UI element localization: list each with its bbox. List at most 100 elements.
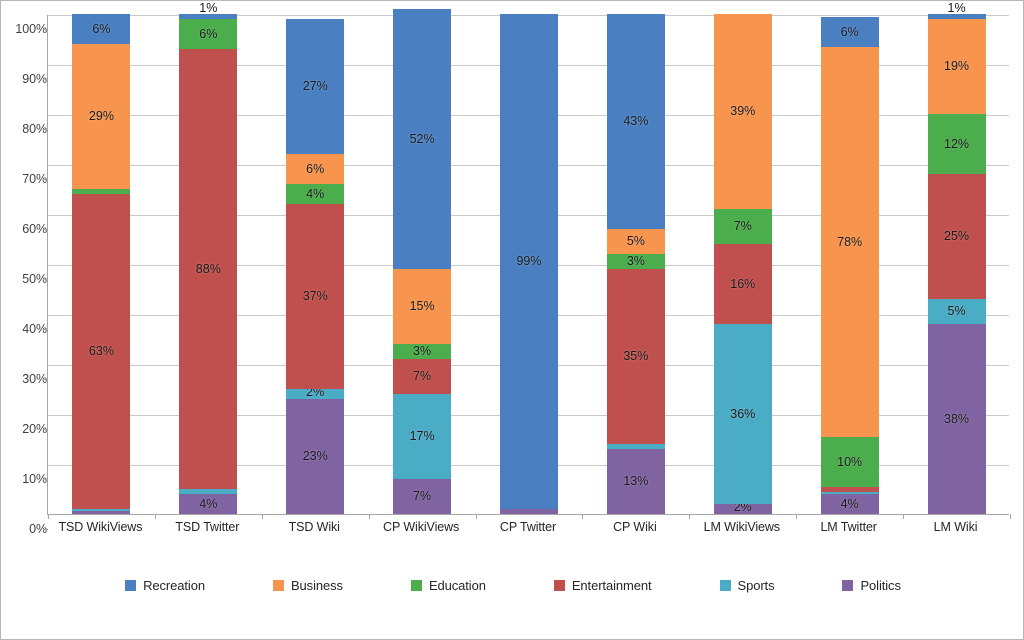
bar-segment-sports[interactable]: 36% bbox=[713, 324, 772, 504]
bar-segment-politics[interactable]: 1% bbox=[499, 497, 558, 514]
x-axis-category-label: TSD WikiViews bbox=[58, 520, 143, 534]
bar-segment-business[interactable]: 5% bbox=[606, 229, 665, 254]
bar-segment-business[interactable]: 78% bbox=[820, 47, 879, 437]
y-axis-tick-label: 40% bbox=[22, 322, 47, 336]
bar-segment-recreation[interactable]: 27% bbox=[286, 19, 345, 154]
bar-segment-value-label: 27% bbox=[302, 79, 328, 94]
bar-group[interactable]: 13% 1% 35% 3% 5% 43% bbox=[582, 14, 689, 514]
bar-segment-education[interactable]: 3% bbox=[606, 254, 665, 269]
bar-segment-politics[interactable]: 13% bbox=[606, 449, 665, 514]
bar-segment-recreation[interactable]: 99% bbox=[499, 14, 558, 509]
legend-swatch-icon bbox=[410, 579, 422, 591]
bar-segment-recreation[interactable]: 6% bbox=[72, 14, 131, 44]
legend-swatch-icon bbox=[125, 579, 137, 591]
bar-group[interactable]: 63% 1% 29% 6% bbox=[48, 14, 155, 514]
bar-segment-sports[interactable] bbox=[820, 492, 879, 494]
bar-segment-politics[interactable]: 2% bbox=[713, 501, 772, 514]
bar-segment-recreation[interactable]: 1% bbox=[927, 2, 986, 19]
x-axis-category-label: CP Twitter bbox=[499, 520, 557, 534]
bar-group[interactable]: 7% 17% 7% 3% 15% 52% bbox=[369, 9, 476, 514]
bar-segment-education[interactable]: 3% bbox=[393, 344, 452, 359]
bar-segment-education[interactable]: 1% bbox=[72, 177, 131, 194]
plot-area: 63% 1% 29% 6% 4% 1% 88% 6% 1% 23% 2% 37% 4% 6% 27% 7% 17… bbox=[47, 2, 1011, 519]
bar-segment-entertainment[interactable]: 7% bbox=[393, 359, 452, 394]
bar-segment-politics[interactable]: 38% bbox=[927, 324, 986, 514]
bar-group[interactable]: 2% 36% 16% 7% 39% bbox=[689, 14, 796, 514]
bar-segment-politics[interactable]: 4% bbox=[179, 494, 238, 514]
bar-segment-politics[interactable] bbox=[72, 511, 131, 514]
y-axis-tick-label: 70% bbox=[22, 172, 47, 186]
x-axis-tick-mark bbox=[154, 514, 156, 519]
bar-segment-entertainment[interactable]: 35% bbox=[606, 269, 665, 444]
y-axis-tick-label: 50% bbox=[22, 272, 47, 286]
bar-segment-value-label: 4% bbox=[840, 496, 859, 511]
legend-label: Sports bbox=[737, 577, 775, 593]
x-axis-category-label: LM Wiki bbox=[933, 520, 978, 534]
y-axis-tick-label: 0% bbox=[29, 522, 47, 536]
bar-segment-sports[interactable]: 2% bbox=[286, 386, 345, 399]
bar-segment-sports[interactable]: 1% bbox=[179, 477, 238, 494]
y-axis-tick-label: 60% bbox=[22, 222, 47, 236]
x-axis-category-label: TSD Wiki bbox=[288, 520, 340, 534]
bar-segment-value-label: 88% bbox=[195, 261, 221, 276]
bar-segment-value-label: 3% bbox=[413, 344, 432, 359]
bar-segment-recreation[interactable]: 1% bbox=[179, 2, 238, 19]
legend-item-politics[interactable]: Politics bbox=[842, 578, 901, 593]
bar-segment-recreation[interactable]: 43% bbox=[606, 14, 665, 229]
bar-segment-entertainment[interactable]: 16% bbox=[713, 244, 772, 324]
bar-stack: 63% 1% 29% 6% bbox=[72, 14, 131, 514]
y-axis-tick-label: 30% bbox=[22, 372, 47, 386]
bar-segment-recreation[interactable]: 6% bbox=[820, 17, 879, 47]
bar-segment-politics[interactable]: 4% bbox=[820, 494, 879, 514]
x-axis-tick-mark bbox=[48, 514, 49, 519]
legend-swatch-icon bbox=[272, 579, 284, 591]
bar-segment-entertainment[interactable]: 1% bbox=[820, 475, 879, 492]
legend-item-education[interactable]: Education bbox=[410, 577, 486, 593]
bar-stack: 4% 1% 10% 78% 6% bbox=[820, 15, 879, 514]
bar-segment-business[interactable]: 29% bbox=[72, 44, 131, 189]
bar-segment-value-label: 6% bbox=[840, 24, 859, 39]
x-axis-tick-mark bbox=[903, 514, 905, 519]
bar-segment-recreation[interactable]: 52% bbox=[393, 9, 452, 269]
bar-segment-sports[interactable]: 17% bbox=[393, 394, 452, 479]
bar-segment-education[interactable]: 10% bbox=[820, 437, 879, 487]
bar-segment-entertainment[interactable]: 63% bbox=[72, 194, 131, 509]
bar-segment-entertainment[interactable]: 25% bbox=[927, 174, 986, 299]
bar-segment-education[interactable]: 12% bbox=[927, 114, 986, 174]
bar-segment-value-label: 1% bbox=[947, 1, 966, 15]
legend-swatch-icon bbox=[842, 579, 854, 591]
legend-label: Education bbox=[428, 577, 486, 593]
legend-item-sports[interactable]: Sports bbox=[719, 577, 775, 593]
bar-segment-education[interactable]: 6% bbox=[179, 19, 238, 49]
y-axis-tick-label: 10% bbox=[22, 472, 47, 486]
bar-group[interactable]: 4% 1% 10% 78% 6% bbox=[796, 15, 903, 514]
bar-segment-business[interactable]: 39% bbox=[713, 14, 772, 209]
y-axis-tick-label: 20% bbox=[22, 422, 47, 436]
bar-segment-business[interactable]: 19% bbox=[927, 19, 986, 114]
bar-group[interactable]: 1% 99% bbox=[476, 14, 583, 514]
bar-segment-education[interactable]: 7% bbox=[713, 209, 772, 244]
bar-segment-sports[interactable]: 1% bbox=[606, 432, 665, 449]
legend-item-entertainment[interactable]: Entertainment bbox=[553, 578, 652, 593]
bar-stack: 13% 1% 35% 3% 5% 43% bbox=[606, 14, 665, 514]
bar-segment-value-label: 7% bbox=[733, 219, 752, 234]
bar-segment-value-label: 7% bbox=[413, 369, 432, 384]
bar-segment-education[interactable]: 4% bbox=[286, 184, 345, 204]
bar-segment-entertainment[interactable]: 37% bbox=[286, 204, 345, 389]
legend-item-recreation[interactable]: Recreation bbox=[125, 578, 205, 593]
legend-item-business[interactable]: Business bbox=[272, 578, 343, 593]
x-axis-category-label: LM WikiViews bbox=[703, 520, 780, 534]
bar-segment-politics[interactable]: 7% bbox=[393, 479, 452, 514]
bar-stack: 2% 36% 16% 7% 39% bbox=[713, 14, 772, 514]
bar-segment-business[interactable]: 15% bbox=[393, 269, 452, 344]
bar-group[interactable]: 38% 5% 25% 12% 19% 1% bbox=[903, 2, 1010, 514]
x-axis: TSD WikiViews TSD Twitter TSD Wiki CP WikiV… bbox=[47, 520, 1009, 546]
bar-segment-business[interactable]: 6% bbox=[286, 154, 345, 184]
bar-segment-sports[interactable]: 5% bbox=[927, 299, 986, 324]
bar-segment-sports[interactable] bbox=[72, 509, 131, 511]
bar-segment-politics[interactable]: 23% bbox=[286, 399, 345, 514]
bar-group[interactable]: 4% 1% 88% 6% 1% bbox=[155, 2, 262, 514]
x-axis-category-label: TSD Twitter bbox=[175, 520, 240, 534]
bar-segment-entertainment[interactable]: 88% bbox=[179, 49, 238, 489]
bar-group[interactable]: 23% 2% 37% 4% 6% 27% bbox=[262, 15, 369, 514]
